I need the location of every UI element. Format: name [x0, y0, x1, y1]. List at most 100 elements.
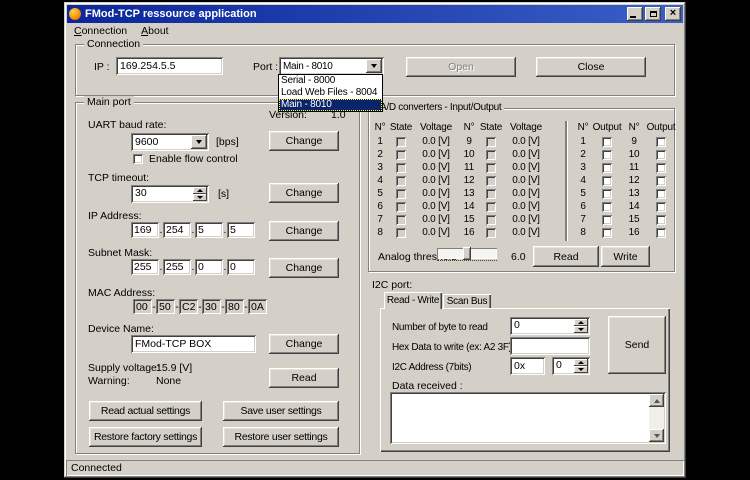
flow-control-checkbox[interactable] — [133, 154, 143, 164]
ad-state-checkbox[interactable] — [396, 176, 406, 186]
ad-input-row: 20.0 [V]100.0 [V] — [371, 148, 549, 161]
output-checkbox[interactable] — [602, 163, 612, 173]
ip-octet-2[interactable] — [163, 222, 191, 238]
output-checkbox[interactable] — [656, 215, 666, 225]
subnet-octet-2[interactable] — [163, 259, 191, 275]
ad-state-checkbox[interactable] — [486, 176, 496, 186]
output-checkbox[interactable] — [602, 228, 612, 238]
ad-voltage-value: 0.0 [V] — [422, 148, 450, 161]
tcp-change-button[interactable]: Change — [269, 183, 339, 203]
maximize-button[interactable] — [645, 7, 661, 21]
ad-state-checkbox[interactable] — [396, 228, 406, 238]
scroll-up-button[interactable] — [649, 394, 664, 407]
ad-state-checkbox[interactable] — [396, 189, 406, 199]
output-checkbox[interactable] — [656, 163, 666, 173]
analog-threshold-slider[interactable] — [437, 248, 497, 259]
slider-thumb[interactable] — [463, 247, 471, 260]
ad-state-checkbox[interactable] — [396, 150, 406, 160]
port-option[interactable]: Main - 8010 — [279, 99, 382, 111]
subnet-octet-1[interactable] — [131, 259, 159, 275]
output-checkbox[interactable] — [602, 150, 612, 160]
arrow-up-icon — [197, 189, 203, 192]
ad-state-checkbox[interactable] — [486, 163, 496, 173]
mac-octet-3 — [179, 299, 198, 314]
output-checkbox[interactable] — [656, 176, 666, 186]
ip-input[interactable] — [116, 57, 223, 75]
ad-input-rows: 10.0 [V]90.0 [V]20.0 [V]100.0 [V]30.0 [V… — [371, 135, 549, 239]
spin-down-button[interactable] — [193, 194, 207, 201]
menu-about[interactable]: About — [134, 24, 175, 38]
bytes-to-read-stepper[interactable]: 0 — [510, 317, 590, 335]
subnet-change-button[interactable]: Change — [269, 258, 339, 278]
output-checkbox[interactable] — [602, 137, 612, 147]
ip-octet-1[interactable] — [131, 222, 159, 238]
ip-change-button[interactable]: Change — [269, 221, 339, 241]
port-option[interactable]: Serial - 8000 — [279, 75, 382, 87]
restore-factory-settings-button[interactable]: Restore factory settings — [89, 427, 202, 447]
spin-up-button[interactable] — [193, 187, 207, 194]
ad-state-checkbox[interactable] — [486, 150, 496, 160]
scroll-down-button[interactable] — [649, 429, 664, 442]
port-dropdown-button[interactable] — [366, 59, 382, 73]
output-checkbox[interactable] — [656, 202, 666, 212]
spin-up-button[interactable] — [574, 359, 588, 366]
app-window: FMod-TCP ressource application × Connect… — [64, 2, 686, 478]
spin-down-button[interactable] — [574, 326, 588, 333]
ad-state-checkbox[interactable] — [486, 215, 496, 225]
output-checkbox[interactable] — [656, 189, 666, 199]
ad-state-checkbox[interactable] — [486, 137, 496, 147]
uart-dropdown-button[interactable] — [191, 135, 207, 149]
chevron-down-icon — [371, 64, 377, 68]
warning-label: Warning: — [88, 375, 130, 387]
subnet-octet-3[interactable] — [195, 259, 223, 275]
ad-state-checkbox[interactable] — [396, 202, 406, 212]
ad-state-checkbox[interactable] — [396, 163, 406, 173]
ad-channel-number: 4 — [377, 174, 382, 187]
close-button[interactable]: × — [665, 7, 681, 21]
tab-read-write[interactable]: Read - Write — [384, 292, 442, 309]
spin-up-button[interactable] — [574, 319, 588, 326]
ad-state-checkbox[interactable] — [486, 189, 496, 199]
menu-connection[interactable]: Connection — [67, 24, 134, 38]
output-checkbox[interactable] — [602, 202, 612, 212]
output-channel-number: 12 — [629, 174, 640, 187]
output-checkbox[interactable] — [602, 215, 612, 225]
data-received-area[interactable] — [390, 392, 666, 444]
ip-octet-4[interactable] — [227, 222, 255, 238]
port-combobox[interactable]: Main - 8010 — [279, 57, 384, 75]
uart-change-button[interactable]: Change — [269, 131, 339, 151]
ad-state-checkbox[interactable] — [396, 215, 406, 225]
output-checkbox[interactable] — [602, 176, 612, 186]
save-user-settings-button[interactable]: Save user settings — [223, 401, 339, 421]
ip-octet-3[interactable] — [195, 222, 223, 238]
device-name-input[interactable] — [131, 335, 256, 353]
spin-down-button[interactable] — [574, 366, 588, 373]
hex-data-input[interactable] — [510, 337, 590, 355]
port-option[interactable]: Load Web Files - 8004 — [279, 87, 382, 99]
vertical-scrollbar[interactable] — [649, 394, 664, 442]
open-button[interactable]: Open — [406, 57, 516, 77]
ad-state-checkbox[interactable] — [486, 202, 496, 212]
output-checkbox[interactable] — [656, 150, 666, 160]
device-change-button[interactable]: Change — [269, 334, 339, 354]
ad-output-rows: 19210311412513614715816 — [573, 135, 675, 239]
restore-user-settings-button[interactable]: Restore user settings — [223, 427, 339, 447]
output-checkbox[interactable] — [656, 137, 666, 147]
uart-baud-combobox[interactable]: 9600 — [131, 133, 209, 151]
output-checkbox[interactable] — [602, 189, 612, 199]
tcp-timeout-stepper[interactable]: 30 — [131, 185, 209, 203]
read-supply-button[interactable]: Read — [269, 368, 339, 388]
read-actual-settings-button[interactable]: Read actual settings — [89, 401, 202, 421]
i2c-address-prefix-input[interactable] — [510, 357, 545, 375]
ad-read-button[interactable]: Read — [533, 246, 599, 267]
i2c-address-stepper[interactable]: 0 — [552, 357, 590, 375]
ad-state-checkbox[interactable] — [396, 137, 406, 147]
send-button[interactable]: Send — [608, 316, 666, 374]
subnet-octet-4[interactable] — [227, 259, 255, 275]
ad-write-button[interactable]: Write — [601, 246, 650, 267]
output-checkbox[interactable] — [656, 228, 666, 238]
ad-state-checkbox[interactable] — [486, 228, 496, 238]
close-connection-button[interactable]: Close — [536, 57, 646, 77]
minimize-button[interactable] — [627, 7, 643, 21]
tab-scan-bus[interactable]: Scan Bus — [443, 294, 491, 309]
